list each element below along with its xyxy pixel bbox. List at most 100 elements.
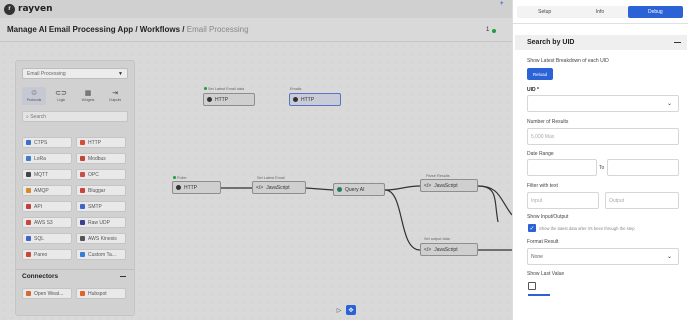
node-mqtt[interactable]: MQTT (22, 169, 72, 180)
status-count: 1 (486, 27, 490, 33)
search-placeholder: Search (30, 114, 47, 120)
api-icon (26, 204, 31, 209)
uid-select[interactable]: ⌄ (527, 95, 679, 112)
hand-icon[interactable]: ✥ (346, 305, 356, 315)
workflow-node-js-c[interactable]: </> JavaScript (420, 243, 478, 256)
section-header[interactable]: Search by UID (515, 35, 687, 50)
format-value: None (531, 253, 543, 260)
node-ctps[interactable]: CTPS (22, 137, 72, 148)
breadcrumb: Manage AI Email Processing App / Workflo… (7, 25, 249, 34)
show-last-checkbox[interactable] (528, 282, 536, 290)
show-latest-label: Show Latest Breakdown of each UID (527, 58, 609, 64)
filter-label: Filter with text (527, 183, 558, 189)
connector-hubspot[interactable]: Hubspot (76, 288, 126, 299)
section-title: Search by UID (527, 39, 575, 46)
tab-outputs-label: Outputs (108, 98, 122, 102)
node-amqp[interactable]: AMQP (22, 185, 72, 196)
node-label: CTPS (34, 139, 48, 146)
node-label: AWS Kinesis (88, 235, 117, 242)
node-custom[interactable]: Custom Ta... (76, 249, 126, 260)
node-label: Pareo (34, 251, 48, 258)
filter-input-field[interactable]: Input (527, 192, 599, 209)
logo-icon: r (4, 3, 15, 15)
panel-tabs: Setup Info Debug (517, 6, 683, 18)
tab-info[interactable]: Info (572, 6, 627, 18)
node-smtp[interactable]: SMTP (76, 201, 126, 212)
show-io-checkbox[interactable]: ✓ (528, 224, 536, 232)
ai-icon (337, 187, 342, 192)
tab-outputs[interactable]: ⇥ Outputs (103, 87, 127, 105)
tab-widgets[interactable]: ▦ Widgets (76, 87, 100, 105)
workflow-node-query-ai[interactable]: Query AI (333, 183, 385, 196)
num-results-input[interactable]: 5,000 Max (527, 128, 679, 145)
filter-output-field[interactable]: Output (605, 192, 679, 209)
show-last-label: Show Last Value (527, 271, 565, 277)
node-label: JavaScript (434, 246, 458, 253)
node-label: API (34, 203, 43, 210)
node-raw-udp[interactable]: Raw UDP (76, 217, 126, 228)
workflow-node-http-a[interactable]: HTTP (203, 93, 255, 106)
workflow-node-http-c[interactable]: HTTP (172, 181, 221, 194)
link-icon: ⊂⊃ (55, 90, 67, 97)
node-label: JavaScript (434, 182, 458, 189)
node-caption: Parse Results (426, 174, 450, 178)
node-pareo[interactable]: Pareo (22, 249, 72, 260)
custom-icon (80, 252, 85, 257)
workflow-node-http-b[interactable]: HTTP (289, 93, 341, 106)
lora-icon (26, 156, 31, 161)
node-label: AWS S3 (34, 219, 53, 226)
collapse-icon[interactable] (674, 42, 681, 43)
format-select[interactable]: None ⌄ (527, 248, 679, 265)
progress-bar (528, 294, 550, 296)
widget-icon: ▦ (84, 90, 92, 97)
cursor-icon[interactable]: ▷ (334, 305, 344, 315)
node-label: JavaScript (266, 184, 290, 191)
node-caption: Emails (290, 87, 302, 91)
plus-icon[interactable]: + (500, 1, 504, 7)
node-lora[interactable]: LoRa (22, 153, 72, 164)
format-label: Format Result (527, 239, 559, 245)
node-label: Raw UDP (88, 219, 110, 226)
tab-debug[interactable]: Debug (627, 6, 683, 18)
tab-setup[interactable]: Setup (517, 6, 572, 18)
aws-s3-icon (26, 220, 31, 225)
node-aws-s3[interactable]: AWS S3 (22, 217, 72, 228)
node-http[interactable]: HTTP (76, 137, 126, 148)
uid-label: UID * (527, 87, 539, 93)
workflow-node-js-b[interactable]: </> JavaScript (420, 179, 478, 192)
chevron-down-icon: ▼ (118, 71, 123, 77)
node-palette: Email Processing ▼ ♲ Protocols ⊂⊃ Logic ▦ W… (15, 60, 135, 316)
tab-widgets-label: Widgets (81, 98, 95, 102)
date-to-input[interactable] (607, 159, 679, 176)
palette-search-input[interactable]: ⌕ Search (22, 111, 128, 122)
globe-icon (207, 97, 212, 102)
reload-button[interactable]: Reload (527, 68, 553, 80)
date-range-label: Date Range (527, 151, 554, 157)
date-from-input[interactable] (527, 159, 597, 176)
collapse-icon[interactable] (120, 276, 126, 277)
logo-text: rayven (18, 4, 53, 14)
node-label: HTTP (301, 96, 315, 103)
node-label: LoRa (34, 155, 46, 162)
category-tabs: ♲ Protocols ⊂⊃ Logic ▦ Widgets ⇥ Outputs (22, 87, 130, 105)
protocols-icon: ♲ (30, 90, 38, 97)
chevron-down-icon: ⌄ (666, 101, 672, 107)
breadcrumb-path[interactable]: Manage AI Email Processing App / Workflo… (7, 25, 187, 34)
node-modbus[interactable]: Modbus (76, 153, 126, 164)
node-label: Modbus (88, 155, 106, 162)
amqp-icon (26, 188, 31, 193)
node-api[interactable]: API (22, 201, 72, 212)
workflow-select[interactable]: Email Processing ▼ (22, 68, 128, 79)
properties-panel: Setup Info Debug Search by UID Show Late… (512, 0, 688, 320)
tab-logic[interactable]: ⊂⊃ Logic (49, 87, 73, 105)
workflow-node-js-a[interactable]: </> JavaScript (252, 181, 306, 194)
node-opc[interactable]: OPC (76, 169, 126, 180)
node-bluggar[interactable]: Bluggar (76, 185, 126, 196)
connector-open-weather[interactable]: Open Weat... (22, 288, 72, 299)
show-io-checkbox-label: Show the latest data after it's been thr… (539, 226, 635, 231)
node-caption: Set output data (424, 237, 450, 241)
node-aws-kinesis[interactable]: AWS Kinesis (76, 233, 126, 244)
node-sql[interactable]: SQL (22, 233, 72, 244)
tab-protocols[interactable]: ♲ Protocols (22, 87, 46, 105)
code-icon: </> (424, 182, 432, 189)
